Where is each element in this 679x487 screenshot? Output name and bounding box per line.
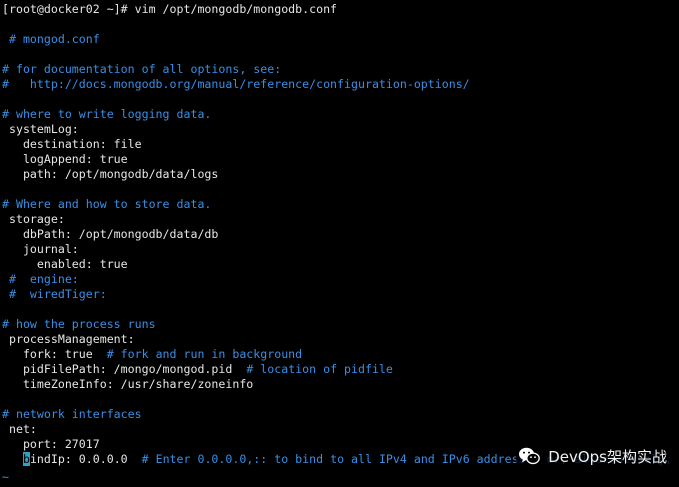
comment-text: # fork and run in background <box>106 347 303 361</box>
config-line: # how the process runs <box>2 317 156 332</box>
comment-text: # mongod.conf <box>2 32 100 46</box>
config-text: fork: true <box>2 347 107 361</box>
config-line: journal: <box>2 242 79 257</box>
config-line: # where to write logging data. <box>2 107 211 122</box>
config-line: path: /opt/mongodb/data/logs <box>2 167 218 182</box>
comment-text: # where to write logging data. <box>2 107 212 121</box>
shell-prompt: [root@docker02 ~]# vim /opt/mongodb/mong… <box>2 2 338 16</box>
config-text: journal: <box>2 242 79 256</box>
config-line: # for documentation of all options, see: <box>2 62 281 77</box>
config-line: pidFilePath: /mongo/mongod.pid # locatio… <box>2 362 393 377</box>
comment-text: # http://docs.mongodb.org/manual/referen… <box>2 77 470 91</box>
config-text: pidFilePath: /mongo/mongod.pid <box>2 362 247 376</box>
config-text: enabled: true <box>2 257 128 271</box>
config-text: storage: <box>2 212 65 226</box>
config-text: processManagement: <box>2 332 135 346</box>
comment-text: # for documentation of all options, see: <box>2 62 282 76</box>
comment-text: # Where and how to store data. <box>2 197 212 211</box>
config-line: timeZoneInfo: /usr/share/zoneinfo <box>2 377 253 392</box>
config-line: destination: file <box>2 137 142 152</box>
watermark-text: DevOps架构实战 <box>548 447 667 466</box>
config-line: # network interfaces <box>2 407 142 422</box>
config-line: fork: true # fork and run in background <box>2 347 302 362</box>
text-cursor: b <box>22 452 30 466</box>
config-line: storage: <box>2 212 65 227</box>
config-line: systemLog: <box>2 122 79 137</box>
wechat-icon <box>519 447 541 465</box>
config-line: processManagement: <box>2 332 135 347</box>
config-line: # engine: <box>2 272 79 287</box>
config-line: dbPath: /opt/mongodb/data/db <box>2 227 218 242</box>
config-text: timeZoneInfo: /usr/share/zoneinfo <box>2 377 254 391</box>
comment-text: # location of pidfile <box>246 362 393 376</box>
config-text: path: /opt/mongodb/data/logs <box>2 167 219 181</box>
comment-text: # wiredTiger: <box>2 287 107 301</box>
watermark: DevOps架构实战 <box>516 441 671 471</box>
config-line: # Where and how to store data. <box>2 197 211 212</box>
config-text <box>2 452 23 466</box>
config-line: logAppend: true <box>2 152 128 167</box>
empty-line-tilde: ~ <box>2 470 9 484</box>
config-text: indIp: 0.0.0.0 <box>29 452 142 466</box>
comment-text: # engine: <box>2 272 79 286</box>
config-text: net: <box>2 422 37 436</box>
config-line: # mongod.conf <box>2 32 100 47</box>
config-line: port: 27017 <box>2 437 100 452</box>
comment-text: # network interfaces <box>2 407 142 421</box>
config-text: port: 27017 <box>2 437 100 451</box>
config-line: enabled: true <box>2 257 128 272</box>
config-line: # wiredTiger: <box>2 287 107 302</box>
config-text: systemLog: <box>2 122 79 136</box>
config-text: dbPath: /opt/mongodb/data/db <box>2 227 219 241</box>
config-text: destination: file <box>2 137 142 151</box>
comment-text: # how the process runs <box>2 317 156 331</box>
config-line: net: <box>2 422 37 437</box>
config-line: # http://docs.mongodb.org/manual/referen… <box>2 77 470 92</box>
config-text: logAppend: true <box>2 152 128 166</box>
